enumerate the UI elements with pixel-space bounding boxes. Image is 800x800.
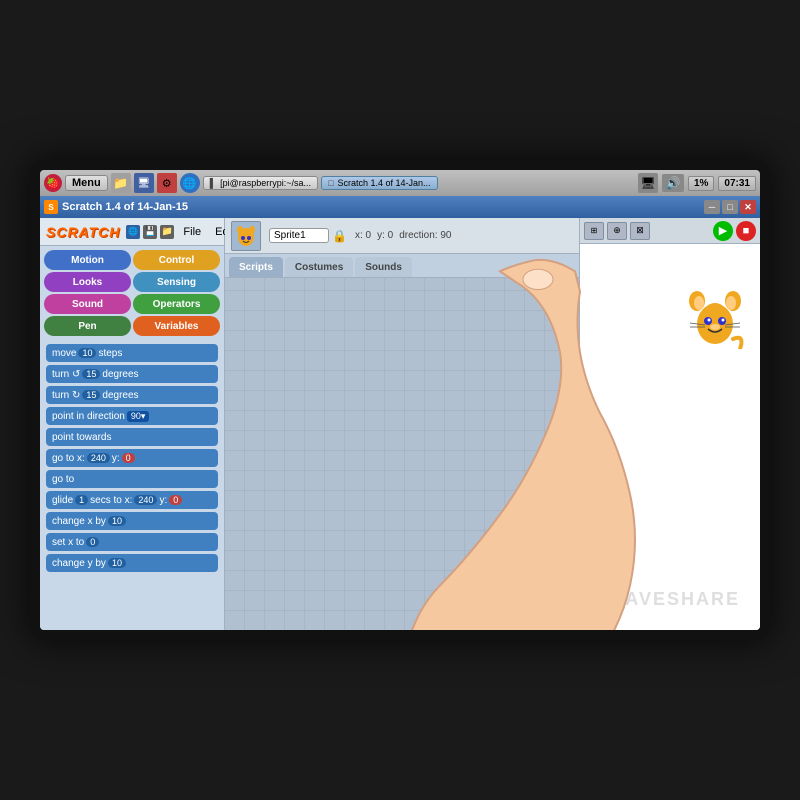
zoom-in-icon[interactable]: ⊕	[607, 222, 627, 240]
sprite-name-input[interactable]	[269, 228, 329, 243]
stop-button[interactable]: ■	[736, 221, 756, 241]
cat-sound[interactable]: Sound	[44, 294, 131, 314]
scratch-logo: SCRATCH	[46, 224, 120, 240]
tab-sounds[interactable]: Sounds	[355, 257, 412, 277]
script-area[interactable]	[225, 278, 579, 630]
tab-costumes[interactable]: Costumes	[285, 257, 353, 277]
cat-pen[interactable]: Pen	[44, 316, 131, 336]
block-point-direction[interactable]: point in direction 90▾	[46, 407, 218, 425]
save-icon[interactable]: 💾	[143, 225, 157, 239]
raspberry-pi-icon: 🍓	[44, 174, 62, 192]
taskbar: 🍓 Menu 📁 🖥 ⚙ 🌐 ▌ [pi@raspberrypi:~/sa...…	[40, 170, 760, 196]
lock-icon: 🔒	[332, 229, 347, 243]
block-glide[interactable]: glide 1 secs to x: 240 y: 0	[46, 491, 218, 509]
minimize-button[interactable]: ─	[704, 200, 720, 214]
menu-file[interactable]: File	[180, 225, 204, 239]
menu-button[interactable]: Menu	[65, 175, 108, 191]
stage-sprite-cat	[685, 289, 745, 349]
taskbar-files-icon[interactable]: 📁	[111, 173, 131, 193]
maximize-button[interactable]: □	[722, 200, 738, 214]
scratch-titlebar: S Scratch 1.4 of 14-Jan-15 ─ □ ✕	[40, 196, 760, 218]
close-button[interactable]: ✕	[740, 200, 756, 214]
block-goto-xy[interactable]: go to x: 240 y: 0	[46, 449, 218, 467]
display-icon[interactable]: 🖥	[638, 173, 658, 193]
dir-label: drection: 90	[399, 230, 451, 241]
green-flag-button[interactable]: ▶	[713, 221, 733, 241]
taskbar-terminal-btn[interactable]: ▌ [pi@raspberrypi:~/sa...	[203, 176, 318, 190]
scratch-window-title: Scratch 1.4 of 14-Jan-15	[62, 201, 188, 213]
taskbar-scratch-label: Scratch 1.4 of 14-Jan...	[338, 178, 431, 188]
block-move[interactable]: move 10 steps	[46, 344, 218, 362]
scratch-logo-bar: SCRATCH 🌐 💾 📁 File Edit Share Help	[40, 218, 224, 246]
menu-label: Menu	[72, 177, 101, 189]
block-goto[interactable]: go to	[46, 470, 218, 488]
sprite-coords: x: 0 y: 0 drection: 90	[355, 230, 452, 241]
cat-operators[interactable]: Operators	[133, 294, 220, 314]
monitor: 🍓 Menu 📁 🖥 ⚙ 🌐 ▌ [pi@raspberrypi:~/sa...…	[30, 160, 770, 640]
x-label: x: 0	[355, 230, 371, 241]
sprite-name-area: 🔒	[269, 228, 347, 243]
scratch-content: SCRATCH 🌐 💾 📁 File Edit Share Help	[40, 218, 760, 630]
waveshare-watermark: WAVESHARE	[607, 589, 740, 610]
folder-icon[interactable]: 📁	[160, 225, 174, 239]
block-set-x[interactable]: set x to 0	[46, 533, 218, 551]
fullscreen-icon[interactable]: ⊠	[630, 222, 650, 240]
cat-sensing[interactable]: Sensing	[133, 272, 220, 292]
globe-icon[interactable]: 🌐	[126, 225, 140, 239]
block-change-x[interactable]: change x by 10	[46, 512, 218, 530]
taskbar-scratch-icon: □	[328, 178, 333, 188]
taskbar-terminal-label: [pi@raspberrypi:~/sa...	[220, 178, 311, 188]
stage-controls: ▶ ■	[713, 221, 756, 241]
tab-scripts[interactable]: Scripts	[229, 257, 283, 277]
scripts-panel: 🔒 x: 0 y: 0 drection: 90 Scripts Costume…	[225, 218, 580, 630]
block-turn-right[interactable]: turn ↻ 15 degrees	[46, 386, 218, 404]
blocks-list: move 10 steps turn ↺ 15 degrees turn ↻ 1…	[40, 340, 224, 630]
block-point-towards[interactable]: point towards	[46, 428, 218, 446]
sprite-thumbnail	[231, 221, 261, 251]
scratch-window-icon: S	[44, 200, 58, 214]
window-controls: ─ □ ✕	[704, 200, 756, 214]
taskbar-gear-icon[interactable]: ⚙	[157, 173, 177, 193]
taskbar-right: 🖥 🔊 1% 07:31	[638, 173, 756, 193]
y-label: y: 0	[377, 230, 393, 241]
stage-area[interactable]	[580, 244, 760, 630]
stage-toolbar: ⊞ ⊕ ⊠ ▶ ■	[580, 218, 760, 244]
stage-panel: ⊞ ⊕ ⊠ ▶ ■	[580, 218, 760, 630]
battery-status: 1%	[688, 176, 714, 191]
blocks-panel: SCRATCH 🌐 💾 📁 File Edit Share Help	[40, 218, 225, 630]
category-grid: Motion Control Looks Sensing Sound Opera…	[40, 246, 224, 340]
volume-icon[interactable]: 🔊	[662, 174, 684, 192]
sprite-info: 🔒 x: 0 y: 0 drection: 90	[225, 218, 579, 254]
taskbar-terminal-icon: ▌	[210, 178, 216, 188]
block-turn-left[interactable]: turn ↺ 15 degrees	[46, 365, 218, 383]
cat-variables[interactable]: Variables	[133, 316, 220, 336]
monitor-screen: 🍓 Menu 📁 🖥 ⚙ 🌐 ▌ [pi@raspberrypi:~/sa...…	[40, 170, 760, 630]
clock-display: 07:31	[718, 176, 756, 191]
script-tabs: Scripts Costumes Sounds	[225, 254, 579, 278]
taskbar-browser-icon[interactable]: 🌐	[180, 173, 200, 193]
zoom-fit-icon[interactable]: ⊞	[584, 222, 604, 240]
cat-control[interactable]: Control	[133, 250, 220, 270]
scratch-logo-icons: 🌐 💾 📁	[126, 225, 174, 239]
taskbar-scratch-btn[interactable]: □ Scratch 1.4 of 14-Jan...	[321, 176, 438, 190]
scratch-window: S Scratch 1.4 of 14-Jan-15 ─ □ ✕ SCRATCH	[40, 196, 760, 630]
block-change-y[interactable]: change y by 10	[46, 554, 218, 572]
cat-motion[interactable]: Motion	[44, 250, 131, 270]
taskbar-monitor-icon[interactable]: 🖥	[134, 173, 154, 193]
cat-looks[interactable]: Looks	[44, 272, 131, 292]
